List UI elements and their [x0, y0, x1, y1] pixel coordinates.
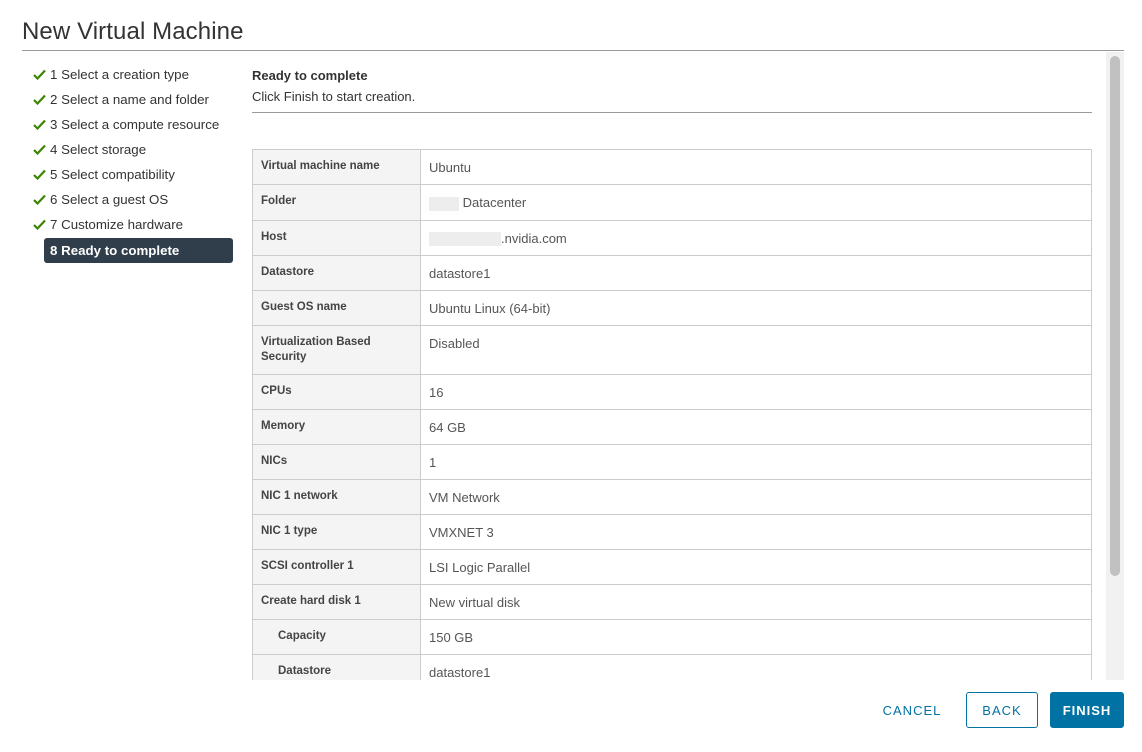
step-label: 6 Select a guest OS: [50, 192, 169, 207]
step-guest-os[interactable]: 6 Select a guest OS: [28, 187, 234, 212]
row-label: Create hard disk 1: [252, 584, 421, 621]
redacted-block: [429, 196, 459, 211]
row-value: 16: [420, 374, 1092, 411]
step-label: 3 Select a compute resource: [50, 117, 220, 132]
row-value: LSI Logic Parallel: [420, 549, 1092, 586]
step-ready-to-complete[interactable]: 8 Ready to complete: [44, 238, 233, 263]
dialog-title: New Virtual Machine: [22, 18, 244, 45]
step-compute-resource[interactable]: 3 Select a compute resource: [28, 112, 234, 137]
check-icon: [28, 194, 50, 205]
row-value: VMXNET 3: [420, 514, 1092, 551]
check-icon: [28, 219, 50, 230]
row-value: Disabled: [420, 325, 1092, 376]
check-icon: [28, 169, 50, 180]
check-icon: [28, 94, 50, 105]
table-row: Virtualization Based Security Disabled: [252, 325, 1092, 376]
table-row: Virtual machine name Ubuntu: [252, 149, 1092, 185]
content-subtitle: Click Finish to start creation.: [252, 89, 416, 104]
step-customize-hardware[interactable]: 7 Customize hardware: [28, 212, 234, 237]
row-value: New virtual disk: [420, 584, 1092, 621]
content-heading: Ready to complete: [252, 68, 368, 83]
row-value: Ubuntu: [420, 149, 1092, 185]
step-storage[interactable]: 4 Select storage: [28, 137, 234, 162]
table-row: Folder Datacenter: [252, 184, 1092, 221]
check-icon: [28, 69, 50, 80]
table-row: Memory 64 GB: [252, 409, 1092, 446]
row-label: CPUs: [252, 374, 421, 411]
row-value: 150 GB: [420, 619, 1092, 656]
row-label: NICs: [252, 444, 421, 481]
table-row: NIC 1 type VMXNET 3: [252, 514, 1092, 551]
row-value: datastore1: [420, 654, 1092, 680]
step-label: 7 Customize hardware: [50, 217, 184, 232]
row-value-folder: Datacenter: [420, 184, 1092, 221]
row-label: Guest OS name: [252, 290, 421, 327]
wizard-steps: 1 Select a creation type 2 Select a name…: [28, 62, 234, 263]
row-value-host: .nvidia.com: [420, 219, 1092, 257]
cancel-button[interactable]: CANCEL: [874, 692, 950, 728]
table-row: Datastore datastore1: [252, 654, 1092, 680]
table-row: SCSI controller 1 LSI Logic Parallel: [252, 549, 1092, 586]
step-label: 1 Select a creation type: [50, 67, 189, 82]
step-label: 2 Select a name and folder: [50, 92, 209, 107]
row-label: Virtualization Based Security: [252, 325, 421, 376]
table-row: Create hard disk 1 New virtual disk: [252, 584, 1092, 621]
content-divider: [252, 112, 1092, 113]
vertical-scrollbar[interactable]: [1106, 52, 1124, 680]
host-value: .nvidia.com: [501, 230, 567, 246]
row-label: SCSI controller 1: [252, 549, 421, 586]
row-label: Host: [252, 219, 421, 257]
row-label: Virtual machine name: [252, 149, 421, 185]
table-row: Datastore datastore1: [252, 255, 1092, 292]
step-label: 8 Ready to complete: [50, 243, 180, 258]
summary-table: Virtual machine name Ubuntu Folder Datac…: [252, 149, 1092, 680]
row-label: Datastore: [252, 654, 421, 680]
row-label: Folder: [252, 184, 421, 221]
row-label: Capacity: [252, 619, 421, 656]
table-row: Capacity 150 GB: [252, 619, 1092, 656]
table-row: CPUs 16: [252, 374, 1092, 411]
check-icon: [28, 144, 50, 155]
title-divider: [22, 50, 1124, 51]
row-label: Datastore: [252, 255, 421, 292]
scrollbar-thumb[interactable]: [1110, 56, 1120, 576]
step-name-folder[interactable]: 2 Select a name and folder: [28, 87, 234, 112]
redacted-block: [429, 232, 501, 247]
table-row: Guest OS name Ubuntu Linux (64-bit): [252, 290, 1092, 327]
finish-button[interactable]: FINISH: [1050, 692, 1124, 728]
table-row: NICs 1: [252, 444, 1092, 481]
back-button[interactable]: BACK: [966, 692, 1038, 728]
table-row: Host .nvidia.com: [252, 219, 1092, 257]
step-compatibility[interactable]: 5 Select compatibility: [28, 162, 234, 187]
row-value: 64 GB: [420, 409, 1092, 446]
row-value: Ubuntu Linux (64-bit): [420, 290, 1092, 327]
content-panel: Ready to complete Click Finish to start …: [252, 62, 1092, 680]
step-label: 4 Select storage: [50, 142, 147, 157]
row-label: NIC 1 network: [252, 479, 421, 516]
row-label: NIC 1 type: [252, 514, 421, 551]
row-value: datastore1: [420, 255, 1092, 292]
row-label: Memory: [252, 409, 421, 446]
table-row: NIC 1 network VM Network: [252, 479, 1092, 516]
row-value: VM Network: [420, 479, 1092, 516]
row-value: 1: [420, 444, 1092, 481]
check-icon: [28, 119, 50, 130]
step-label: 5 Select compatibility: [50, 167, 175, 182]
folder-value: Datacenter: [462, 195, 527, 210]
step-creation-type[interactable]: 1 Select a creation type: [28, 62, 234, 87]
